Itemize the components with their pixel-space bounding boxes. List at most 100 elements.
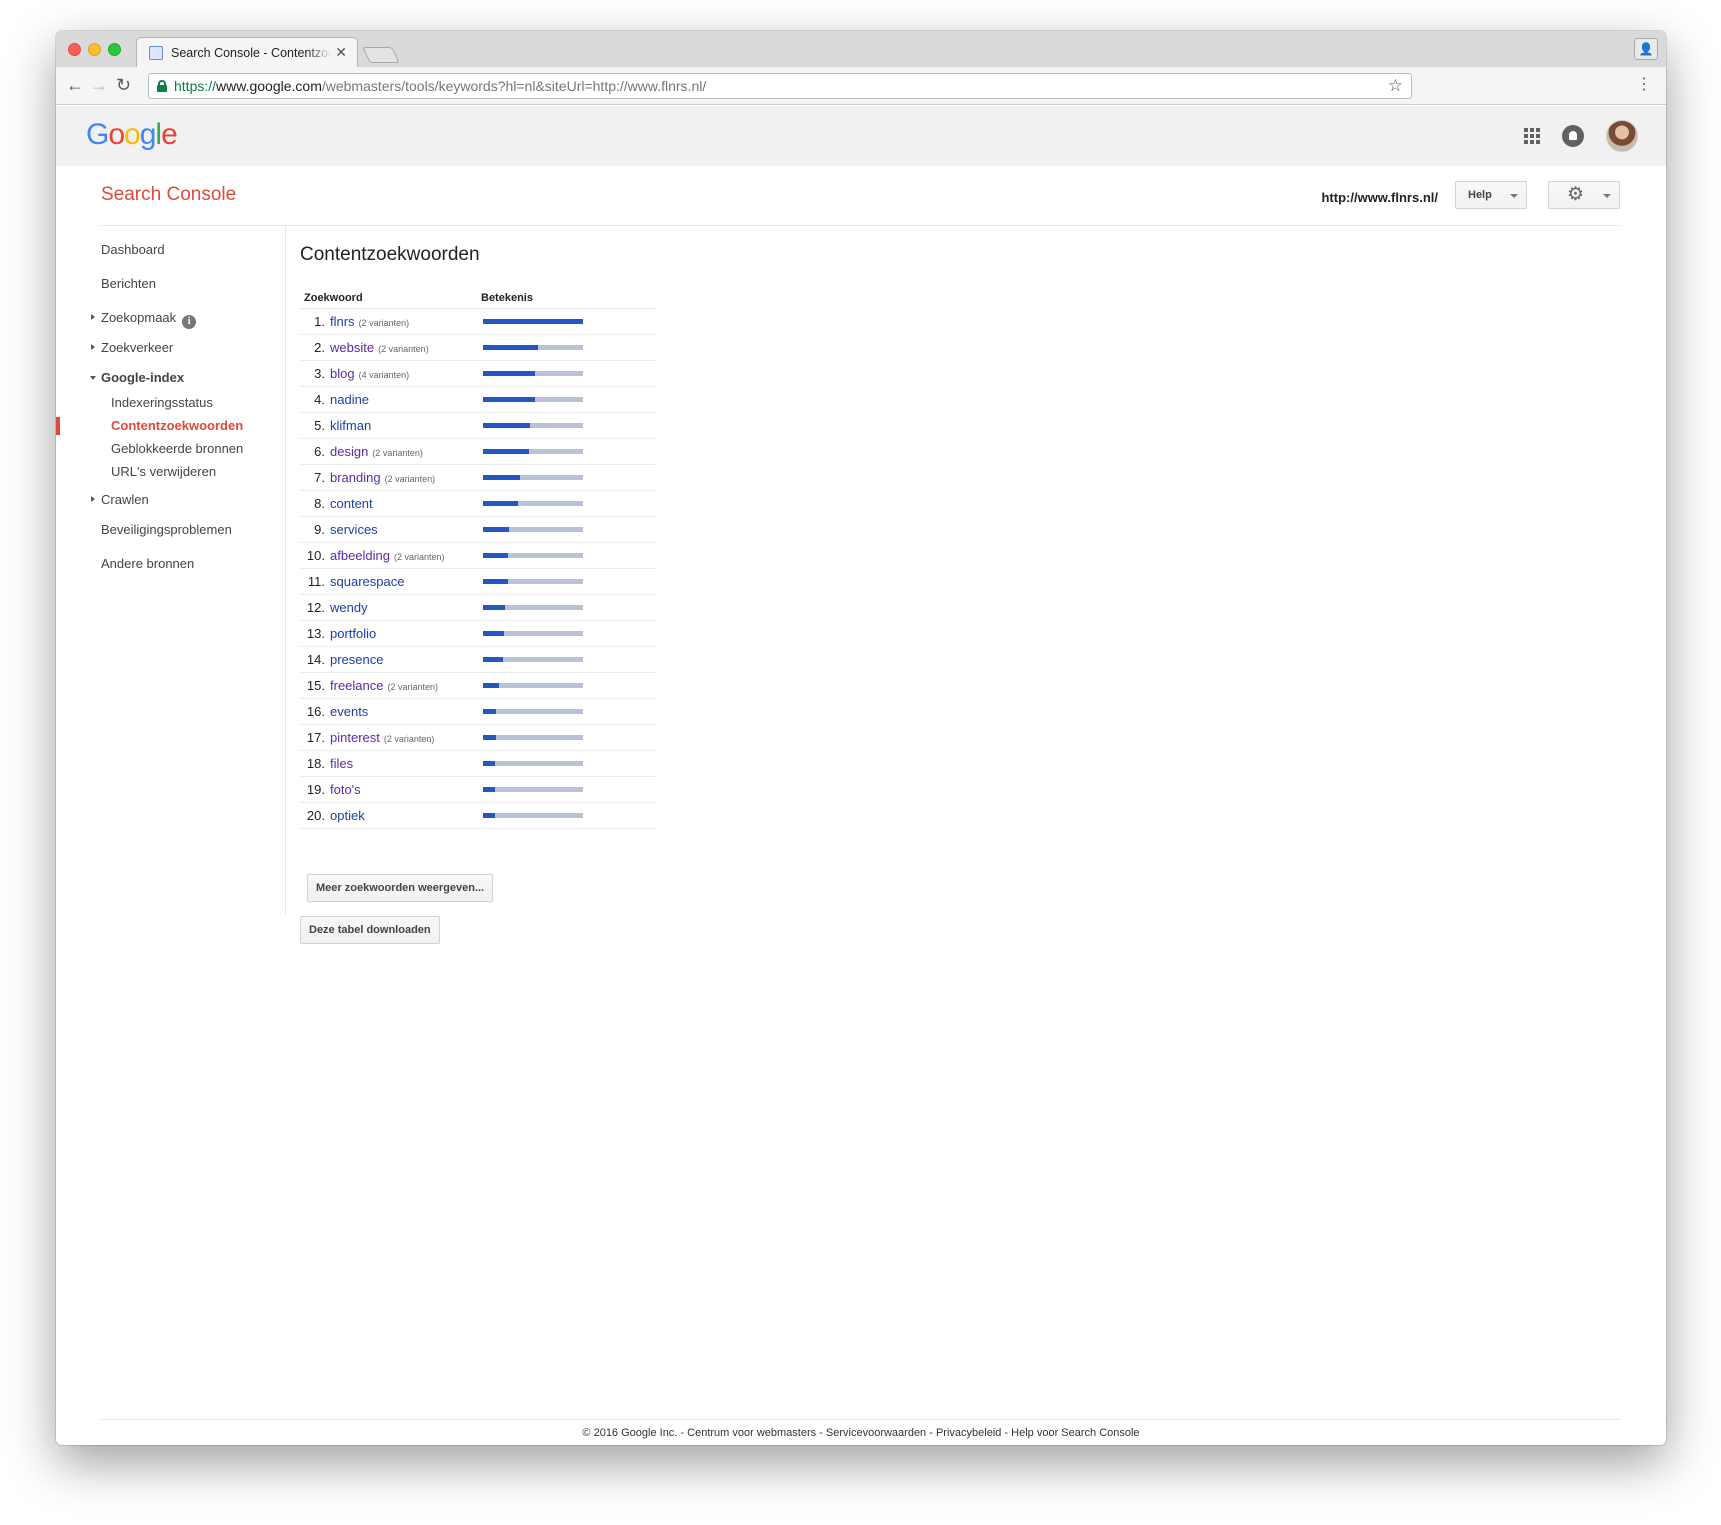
info-icon[interactable]: i xyxy=(182,315,197,329)
keyword-link[interactable]: services xyxy=(330,522,378,537)
chevron-down-icon xyxy=(1510,194,1518,198)
keyword-link[interactable]: squarespace xyxy=(330,574,404,589)
keyword-link[interactable]: content xyxy=(330,496,373,511)
chevron-down-icon xyxy=(90,376,96,380)
logo-letter: o xyxy=(108,118,125,151)
keyword-link[interactable]: klifman xyxy=(330,418,371,433)
keyword-link[interactable]: pinterest xyxy=(330,730,380,745)
keyword-link[interactable]: wendy xyxy=(330,600,368,615)
significance-bar xyxy=(483,344,583,350)
close-window-button[interactable] xyxy=(68,43,81,56)
profile-icon[interactable]: 👤 xyxy=(1634,38,1658,60)
back-arrow-icon[interactable]: ← xyxy=(66,75,84,95)
sidebar-item-berichten[interactable]: Berichten xyxy=(101,276,156,291)
significance-bar-fill xyxy=(483,396,535,402)
minimize-window-button[interactable] xyxy=(88,43,101,56)
keyword-link[interactable]: freelance xyxy=(330,678,383,693)
keyword-cell: presence xyxy=(330,646,477,673)
keyword-cell: afbeelding (2 varianten) xyxy=(330,542,477,569)
table-row: 3. blog (4 varianten) xyxy=(300,360,655,387)
download-table-button[interactable]: Deze tabel downloaden xyxy=(300,916,440,944)
column-header-keyword[interactable]: Zoekwoord xyxy=(300,288,477,309)
notifications-icon[interactable] xyxy=(1562,125,1584,147)
browser-menu-icon[interactable]: ⋮ xyxy=(1636,75,1652,95)
site-url[interactable]: http://www.flnrs.nl/ xyxy=(1321,190,1438,205)
page-title: Contentzoekwoorden xyxy=(300,244,480,265)
significance-bar xyxy=(483,734,583,740)
sidebar-subitem-indexeringsstatus[interactable]: Indexeringsstatus xyxy=(111,395,213,410)
footer-links[interactable]: © 2016 Google Inc. - Centrum voor webmas… xyxy=(56,1427,1666,1439)
significance-cell xyxy=(477,308,655,335)
keyword-link[interactable]: blog xyxy=(330,366,355,381)
keyword-link[interactable]: design xyxy=(330,444,368,459)
keyword-variants: (2 varianten) xyxy=(358,317,410,328)
significance-bar-fill xyxy=(483,656,503,662)
keyword-link[interactable]: branding xyxy=(330,470,381,485)
significance-bar-fill xyxy=(483,422,530,428)
keyword-link[interactable]: website xyxy=(330,340,374,355)
keyword-cell: wendy xyxy=(330,594,477,621)
significance-bar-fill xyxy=(483,370,535,376)
keyword-link[interactable]: nadine xyxy=(330,392,369,407)
significance-bar-fill xyxy=(483,734,496,740)
keyword-link[interactable]: afbeelding xyxy=(330,548,390,563)
keyword-link[interactable]: flnrs xyxy=(330,314,355,329)
keyword-rank: 16. xyxy=(300,698,330,725)
avatar[interactable] xyxy=(1606,120,1638,152)
significance-bar xyxy=(483,604,583,610)
significance-cell xyxy=(477,386,655,413)
significance-cell xyxy=(477,698,655,725)
search-console-title[interactable]: Search Console xyxy=(101,184,236,206)
close-tab-icon[interactable]: ✕ xyxy=(335,44,347,61)
table-row: 16. events xyxy=(300,698,655,725)
significance-bar xyxy=(483,760,583,766)
keyword-rank: 4. xyxy=(300,386,330,413)
active-item-marker xyxy=(56,417,60,435)
show-more-keywords-button[interactable]: Meer zoekwoorden weergeven... xyxy=(307,874,494,902)
significance-bar xyxy=(483,630,583,636)
keyword-rank: 6. xyxy=(300,438,330,465)
keyword-rank: 11. xyxy=(300,568,330,595)
sidebar-item-andere-bronnen[interactable]: Andere bronnen xyxy=(101,556,194,571)
sidebar-item-zoekopmaak[interactable]: Zoekopmaak i xyxy=(91,310,197,329)
url-text[interactable]: https://www.google.com/webmasters/tools/… xyxy=(174,78,706,94)
keyword-rank: 2. xyxy=(300,334,330,361)
keyword-cell: optiek xyxy=(330,802,477,829)
reload-icon[interactable]: ↻ xyxy=(116,75,131,95)
keyword-rank: 8. xyxy=(300,490,330,517)
keyword-link[interactable]: files xyxy=(330,756,353,771)
sidebar-item-dashboard[interactable]: Dashboard xyxy=(101,242,165,257)
sidebar-item-crawlen[interactable]: Crawlen xyxy=(91,492,149,507)
footer-divider xyxy=(101,1419,1620,1420)
sidebar-item-beveiligingsproblemen[interactable]: Beveiligingsproblemen xyxy=(101,522,232,537)
header-divider xyxy=(101,225,1620,226)
sidebar-item-google-index[interactable]: Google-index xyxy=(90,370,184,385)
keyword-link[interactable]: events xyxy=(330,704,368,719)
zoom-window-button[interactable] xyxy=(108,43,121,56)
sidebar-subitem-urls-verwijderen[interactable]: URL's verwijderen xyxy=(111,464,216,479)
keyword-rank: 15. xyxy=(300,672,330,699)
help-button[interactable]: Help xyxy=(1455,181,1527,209)
keyword-rank: 14. xyxy=(300,646,330,673)
address-bar[interactable]: https://www.google.com/webmasters/tools/… xyxy=(148,73,1412,99)
keyword-cell: freelance (2 varianten) xyxy=(330,672,477,699)
sidebar-subitem-contentzoekwoorden[interactable]: Contentzoekwoorden xyxy=(111,418,243,433)
keyword-variants: (2 varianten) xyxy=(372,447,423,458)
sidebar-item-zoekverkeer[interactable]: Zoekverkeer xyxy=(91,340,173,355)
bookmark-star-icon[interactable]: ☆ xyxy=(1388,76,1403,96)
settings-button[interactable]: ⚙ xyxy=(1548,181,1620,209)
keyword-link[interactable]: optiek xyxy=(330,808,365,823)
keyword-link[interactable]: presence xyxy=(330,652,383,667)
keyword-link[interactable]: foto's xyxy=(330,782,361,797)
keyword-cell: files xyxy=(330,750,477,777)
column-header-significance[interactable]: Betekenis xyxy=(477,288,655,309)
forward-arrow-icon[interactable]: → xyxy=(90,75,108,95)
sidebar-subitem-geblokkeerde-bronnen[interactable]: Geblokkeerde bronnen xyxy=(111,441,243,456)
apps-grid-icon[interactable] xyxy=(1524,128,1540,144)
new-tab-button[interactable] xyxy=(362,47,400,63)
google-logo[interactable]: Google xyxy=(86,118,178,152)
lock-icon xyxy=(157,80,167,92)
table-row: 10. afbeelding (2 varianten) xyxy=(300,542,655,569)
browser-tab[interactable]: Search Console - Contentzoekwoorden ✕ xyxy=(136,37,358,67)
keyword-link[interactable]: portfolio xyxy=(330,626,376,641)
